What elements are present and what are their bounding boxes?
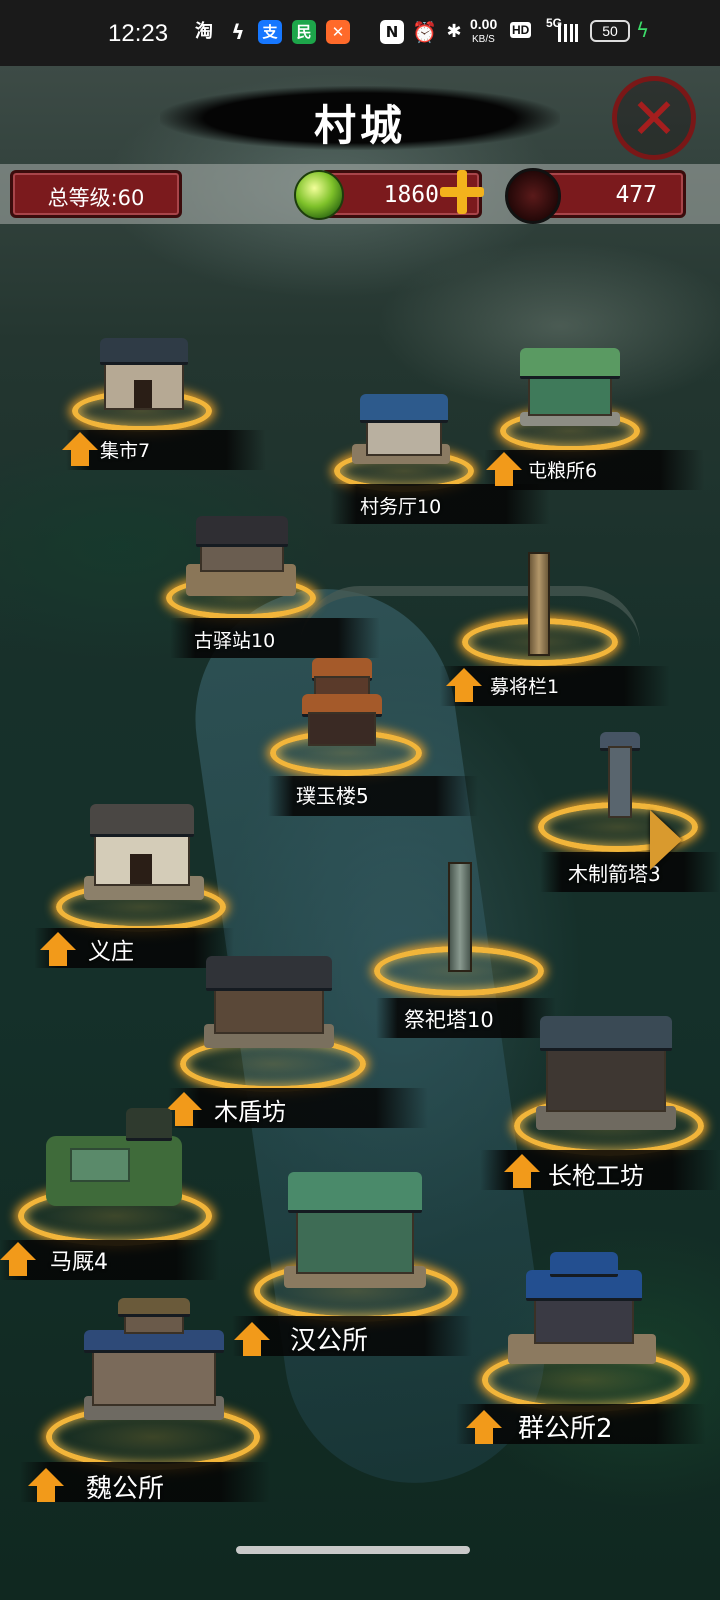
taobao-icon: 淘 <box>195 21 213 42</box>
alarm-icon: ⏰ <box>412 20 437 44</box>
jade-icon <box>294 170 344 220</box>
signal-bars-icon <box>558 24 578 42</box>
building-spear-workshop[interactable]: 长枪工坊 <box>480 1000 720 1200</box>
total-level-plaque: 总等级:60 <box>10 170 182 218</box>
building-label: 屯粮所6 <box>528 460 598 482</box>
total-level-label: 总等级:60 <box>47 186 145 210</box>
building-wei-office[interactable]: 魏公所 <box>20 1296 280 1526</box>
game-screen: 12:23 淘 ϟ 支 民 ✕ N ⏰ ✱ 0.00 KB/S HD 5G 50… <box>0 0 720 1600</box>
add-jade-button[interactable] <box>440 170 484 214</box>
hd-icon: HD <box>510 22 532 38</box>
nfc-icon: N <box>380 20 404 44</box>
orange-app-icon: ✕ <box>326 20 350 44</box>
charging-icon: ϟ <box>636 18 650 42</box>
status-time: 12:23 <box>108 20 169 47</box>
building-label: 汉公所 <box>290 1326 369 1356</box>
green-app-icon: 民 <box>292 20 316 44</box>
close-button[interactable]: ✕ <box>612 76 696 160</box>
building-market[interactable]: 集市7 <box>62 320 272 470</box>
sacrifice-pillar-icon <box>448 862 472 972</box>
upgrade-arrow-icon[interactable] <box>28 1468 64 1502</box>
building-granary[interactable]: 屯粮所6 <box>484 340 714 490</box>
alipay-icon: 支 <box>258 20 282 44</box>
building-label: 募将栏1 <box>490 676 560 698</box>
building-stable[interactable]: 马厩4 <box>0 1090 240 1290</box>
upgrade-arrow-icon[interactable] <box>466 1410 502 1444</box>
building-post-station[interactable]: 古驿站10 <box>164 506 384 658</box>
building-label: 群公所2 <box>518 1414 613 1444</box>
lightning-app-icon: ϟ <box>231 20 245 44</box>
building-label: 木制箭塔3 <box>568 862 661 886</box>
net-speed-value: 0.00 <box>470 16 498 32</box>
upgrade-arrow-icon[interactable] <box>40 932 76 966</box>
scroll-right-arrow-icon[interactable] <box>650 810 682 870</box>
upgrade-arrow-icon[interactable] <box>486 452 522 486</box>
building-label: 义庄 <box>88 939 134 965</box>
building-label: 璞玉楼5 <box>296 784 369 808</box>
building-label: 集市7 <box>100 440 151 462</box>
building-label: 马厩4 <box>50 1250 108 1275</box>
battery-icon: 50 <box>590 20 630 42</box>
upgrade-arrow-icon[interactable] <box>62 432 98 466</box>
upgrade-arrow-icon[interactable] <box>0 1242 36 1276</box>
home-indicator[interactable] <box>236 1546 470 1554</box>
building-jade-tower[interactable]: 璞玉楼5 <box>264 654 484 816</box>
token-amount: 477 <box>615 182 657 208</box>
building-label: 长枪工坊 <box>548 1162 644 1190</box>
bluetooth-icon: ✱ <box>446 21 462 42</box>
token-icon <box>505 168 561 224</box>
building-label: 古驿站10 <box>194 630 276 652</box>
close-icon: ✕ <box>630 87 678 152</box>
net-speed-unit: KB/S <box>472 34 495 45</box>
building-label: 魏公所 <box>86 1474 165 1504</box>
building-qun-office[interactable]: 群公所2 <box>456 1244 720 1464</box>
jade-amount: 1860 <box>383 182 439 208</box>
recruit-pillar-icon <box>528 552 550 656</box>
upgrade-arrow-icon[interactable] <box>504 1154 540 1188</box>
status-bar: 12:23 淘 ϟ 支 民 ✕ N ⏰ ✱ 0.00 KB/S HD 5G 50… <box>0 0 720 66</box>
